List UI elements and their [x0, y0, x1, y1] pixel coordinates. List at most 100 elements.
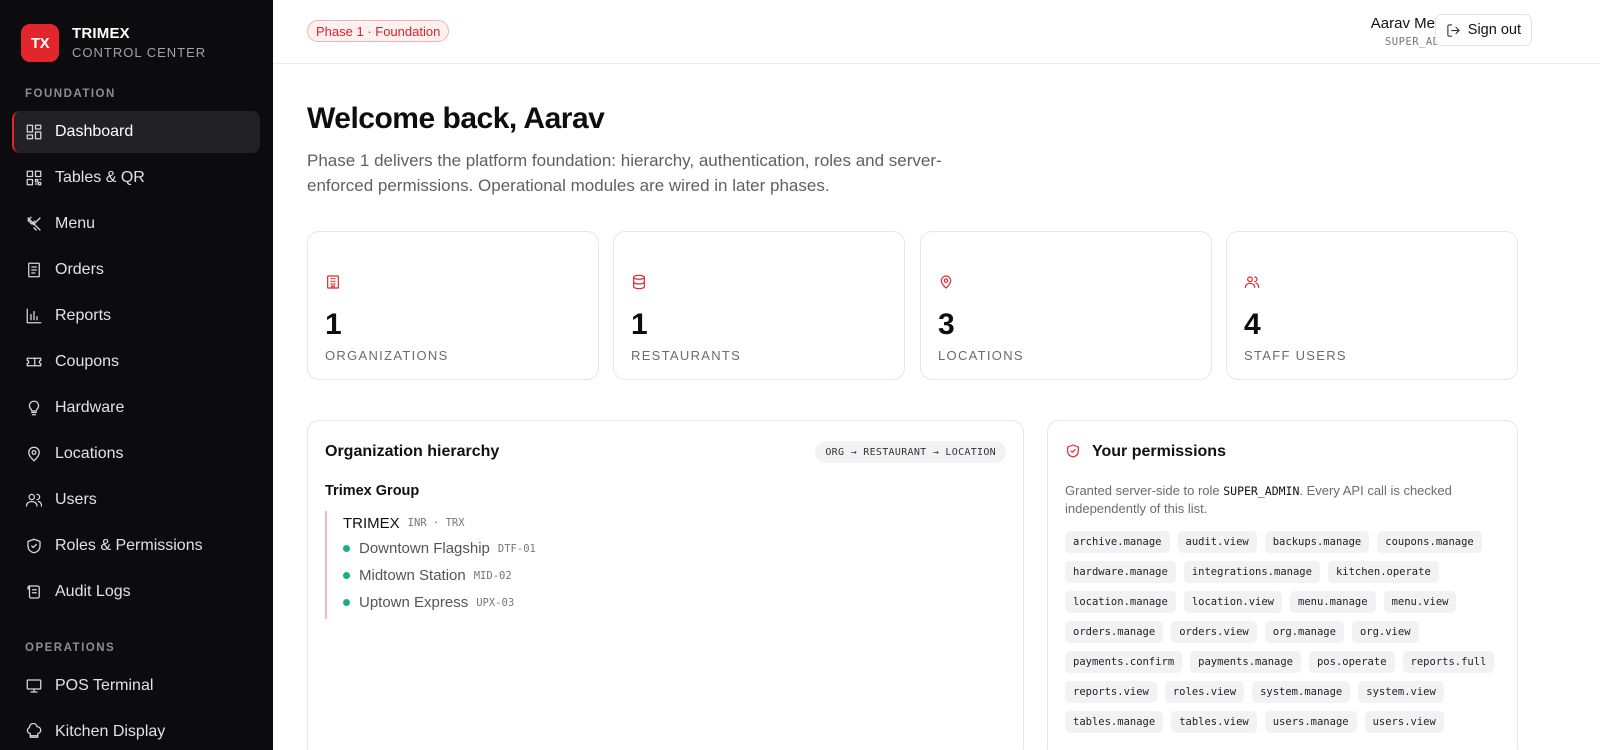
sidebar-item-label: Coupons [55, 353, 120, 370]
section-label-foundation: FOUNDATION [25, 88, 116, 100]
sign-out-button[interactable]: Sign out [1434, 14, 1532, 46]
top-bar: Phase 1 · Foundation Aarav Menon SUPER_A… [273, 0, 1600, 64]
permission-chip: org.view [1351, 621, 1419, 643]
sidebar-item-orders[interactable]: Orders [12, 249, 260, 291]
permission-chip: users.manage [1264, 711, 1357, 733]
brand[interactable]: TX TRIMEX CONTROL CENTER [21, 24, 206, 62]
org-hierarchy-panel: Organization hierarchy ORG → RESTAURANT … [307, 420, 1024, 750]
permission-chip: kitchen.operate [1327, 561, 1439, 583]
stat-label: STAFF USERS [1244, 348, 1347, 363]
brand-subtitle: CONTROL CENTER [72, 44, 207, 60]
sidebar-item-dashboard[interactable]: Dashboard [12, 111, 260, 153]
permission-chip: roles.view [1164, 681, 1245, 703]
lightbulb-icon [25, 399, 43, 417]
stat-value: 3 [938, 308, 955, 341]
permission-chip: tables.manage [1065, 711, 1164, 733]
chef-hat-icon [25, 723, 43, 741]
location-row[interactable]: Uptown Express UPX-03 [343, 589, 536, 616]
permission-chip: org.manage [1264, 621, 1344, 643]
sidebar-item-users[interactable]: Users [12, 479, 260, 521]
database-icon [631, 274, 647, 290]
permission-chip: pos.operate [1308, 651, 1395, 673]
section-label-operations: OPERATIONS [25, 642, 116, 654]
stat-card-restaurants: 1 RESTAURANTS [613, 231, 905, 380]
permission-chip: orders.manage [1065, 621, 1164, 643]
permission-chip: system.manage [1252, 681, 1351, 703]
sidebar-item-label: Audit Logs [55, 583, 131, 600]
bar-chart-icon [25, 307, 43, 325]
sidebar-item-roles-permissions[interactable]: Roles & Permissions [12, 525, 260, 567]
location-code: UPX-03 [476, 596, 515, 609]
sidebar-item-label: Users [55, 491, 97, 508]
users-icon [1244, 274, 1260, 290]
restaurant-name: TRIMEX [343, 514, 400, 532]
stat-label: LOCATIONS [938, 348, 1024, 363]
sign-out-label: Sign out [1467, 22, 1521, 38]
utensils-icon [25, 215, 43, 233]
sidebar-item-locations[interactable]: Locations [12, 433, 260, 475]
sidebar-item-label: Reports [55, 307, 112, 324]
sidebar-item-audit-logs[interactable]: Audit Logs [12, 571, 260, 613]
sidebar-item-hardware[interactable]: Hardware [12, 387, 260, 429]
location-code: MID-02 [473, 569, 512, 582]
sign-out-icon [1447, 23, 1460, 37]
permission-chip: system.view [1358, 681, 1444, 703]
sidebar-item-label: Tables & QR [55, 169, 145, 186]
sidebar-item-kitchen-display[interactable]: Kitchen Display [12, 711, 260, 750]
sidebar-item-label: Orders [55, 261, 104, 278]
permission-chip: reports.full [1402, 651, 1495, 673]
map-pin-icon [938, 274, 954, 290]
permission-chip: location.view [1183, 591, 1283, 613]
stat-label: ORGANIZATIONS [325, 348, 449, 363]
panel-title: Organization hierarchy [325, 443, 500, 460]
permission-chip: tables.view [1171, 711, 1257, 733]
hierarchy-path-chip: ORG → RESTAURANT → LOCATION [815, 441, 1006, 463]
sidebar: TX TRIMEX CONTROL CENTER FOUNDATION Dash… [0, 0, 273, 750]
monitor-icon [25, 677, 43, 695]
ticket-icon [25, 353, 43, 371]
receipt-icon [25, 261, 43, 279]
sidebar-item-coupons[interactable]: Coupons [12, 341, 260, 383]
brand-logo: TX [21, 24, 59, 62]
permission-chip: payments.manage [1190, 651, 1301, 673]
sidebar-item-label: Hardware [55, 399, 125, 416]
permission-chip: integrations.manage [1183, 561, 1320, 583]
status-dot [343, 599, 350, 606]
permission-chip: hardware.manage [1065, 561, 1176, 583]
stat-label: RESTAURANTS [631, 348, 742, 363]
location-row[interactable]: Midtown Station MID-02 [343, 562, 536, 589]
permission-chip: orders.view [1171, 621, 1257, 643]
users-icon [25, 491, 43, 509]
sidebar-item-tables-qr[interactable]: Tables & QR [12, 157, 260, 199]
permission-chip: users.view [1364, 711, 1444, 733]
location-name: Midtown Station [359, 567, 466, 584]
stat-value: 1 [631, 308, 648, 341]
sidebar-item-reports[interactable]: Reports [12, 295, 260, 337]
permission-chip: payments.confirm [1065, 651, 1183, 673]
status-dot [343, 572, 350, 579]
sidebar-item-pos-terminal[interactable]: POS Terminal [12, 665, 260, 707]
stat-card-organizations: 1 ORGANIZATIONS [307, 231, 599, 380]
stat-card-locations: 3 LOCATIONS [920, 231, 1212, 380]
sidebar-item-menu[interactable]: Menu [12, 203, 260, 245]
permissions-description: Granted server-side to role SUPER_ADMIN.… [1065, 483, 1452, 516]
restaurant-row[interactable]: TRIMEX INR · TRX [343, 511, 536, 535]
permission-chip: menu.manage [1290, 591, 1376, 613]
panel-title: Your permissions [1092, 443, 1226, 460]
location-row[interactable]: Downtown Flagship DTF-01 [343, 535, 536, 562]
scroll-icon [25, 583, 43, 601]
shield-check-icon [1065, 443, 1081, 459]
building-icon [325, 274, 341, 290]
location-code: DTF-01 [497, 542, 536, 555]
permission-chip: audit.view [1177, 531, 1257, 553]
sidebar-item-label: POS Terminal [55, 677, 154, 694]
sidebar-item-label: Dashboard [55, 123, 134, 140]
phase-badge: Phase 1 · Foundation [307, 20, 450, 42]
page-title: Welcome back, Aarav [307, 102, 605, 135]
role-code: SUPER_ADMIN [1223, 484, 1300, 498]
intro-text: Phase 1 delivers the platform foundation… [307, 151, 942, 195]
permission-chip: backups.manage [1264, 531, 1370, 553]
stat-value: 4 [1244, 308, 1261, 341]
sidebar-item-label: Roles & Permissions [55, 537, 203, 554]
qr-icon [25, 169, 43, 187]
